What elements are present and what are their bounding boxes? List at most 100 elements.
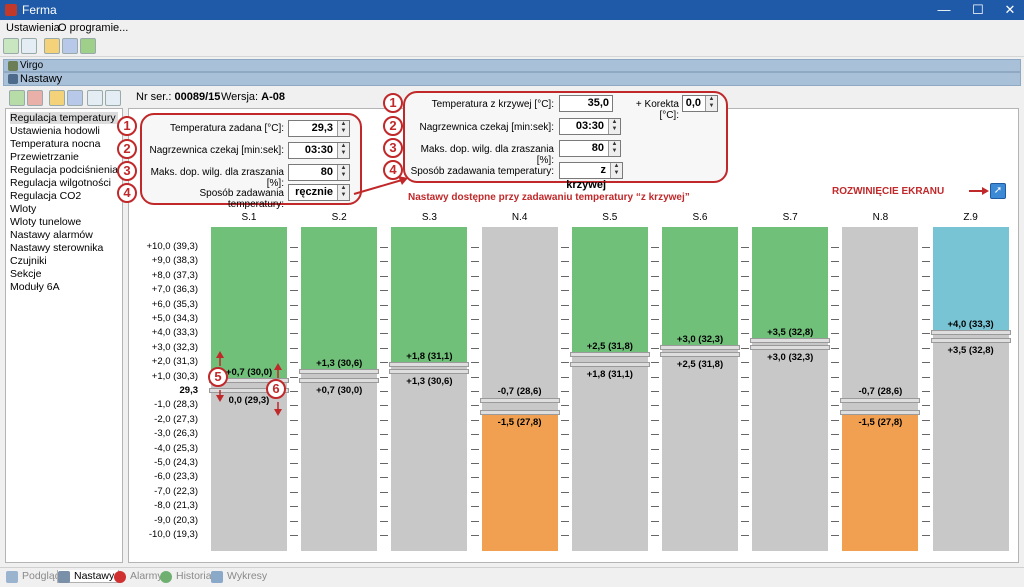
sidebar-item-controller[interactable]: Nastawy sterownika — [10, 242, 103, 254]
heat-wait-input[interactable]: 03:30 ▲ ▼ — [288, 142, 350, 159]
tab-history[interactable]: Historia — [160, 570, 212, 583]
lower-threshold-handle[interactable] — [660, 352, 740, 357]
sidebar-item-tunnel-inlets[interactable]: Wloty tunelowe — [10, 216, 81, 228]
upper-threshold-handle[interactable] — [389, 362, 470, 368]
gridline-dash — [831, 463, 840, 464]
sidebar-item-pressure[interactable]: Regulacja podciśnienia — [10, 164, 118, 176]
sidebar-item-inlets[interactable]: Wloty — [10, 203, 36, 215]
write-icon[interactable] — [27, 90, 43, 106]
lower-threshold-handle[interactable] — [930, 337, 1011, 343]
lower-threshold-handle[interactable] — [750, 344, 831, 350]
sidebar-item-temperature[interactable]: Regulacja temperatury — [10, 112, 118, 124]
upper-threshold-handle[interactable] — [840, 398, 921, 404]
mode-select[interactable]: ręcznie ▲ ▼ — [288, 184, 350, 201]
gridline-dash — [831, 448, 840, 450]
set-temp-spinner[interactable]: ▲ ▼ — [337, 121, 349, 136]
section-column[interactable]: +1,8 (31,1) +1,3 (30,6) — [389, 227, 470, 551]
gridline-dash — [651, 261, 659, 263]
max-hum-input[interactable]: 80 ▲ ▼ — [288, 164, 350, 181]
paste-icon[interactable] — [105, 90, 121, 106]
gridline-dash — [560, 362, 569, 364]
mode-spinner[interactable]: ▲ ▼ — [337, 185, 349, 200]
sidebar-item-sections[interactable]: Sekcje — [10, 268, 42, 280]
section-column[interactable]: +1,3 (30,6) +0,7 (30,0) — [299, 227, 380, 551]
sidebar-item-alarms[interactable]: Nastawy alarmów — [10, 229, 93, 241]
tab-alarms[interactable]: Alarmy — [114, 570, 163, 583]
tab-settings[interactable]: Nastawy — [57, 570, 120, 583]
active-zone — [662, 227, 738, 348]
lower-threshold-handle[interactable] — [569, 362, 650, 368]
save-file-icon[interactable] — [67, 90, 83, 106]
upper-threshold-label: +3,5 (32,8) — [767, 326, 814, 338]
upper-threshold-handle[interactable] — [750, 337, 831, 343]
lower-threshold-handle[interactable] — [840, 409, 921, 415]
open-file-icon[interactable] — [49, 90, 65, 106]
expand-screen-button[interactable]: ➚ — [990, 183, 1006, 199]
settings-group-bar[interactable]: Nastawy — [3, 72, 1021, 86]
minimize-button[interactable]: — — [928, 0, 960, 20]
curve-heat-wait-input[interactable]: 03:30 ▲ ▼ — [559, 118, 621, 135]
serial-value: 00089/15 — [174, 91, 221, 103]
lower-threshold-label: +1,8 (31,1) — [586, 369, 633, 381]
close-button[interactable]: ✕ — [994, 0, 1024, 20]
curve-max-hum-label: Maks. dop. wilg. dla zraszania [%]: — [420, 144, 554, 166]
section-column[interactable]: +2,5 (31,8) +1,8 (31,1) — [569, 227, 650, 551]
correction-spinner[interactable]: ▲ ▼ — [705, 96, 717, 111]
sidebar-item-breeding[interactable]: Ustawienia hodowli — [10, 125, 100, 137]
plug-icon[interactable] — [21, 38, 37, 54]
tab-preview[interactable]: Podgląd — [6, 570, 61, 583]
sidebar-item-co2[interactable]: Regulacja CO2 — [10, 190, 81, 202]
lower-threshold-handle[interactable] — [299, 377, 380, 383]
section-column[interactable]: +4,0 (33,3) +3,5 (32,8) — [930, 227, 1011, 551]
maximize-button[interactable]: ☐ — [962, 0, 994, 20]
upper-threshold-handle[interactable] — [930, 330, 1011, 336]
gridline-dash — [560, 319, 569, 320]
gridline-dash — [470, 405, 479, 407]
read-icon[interactable] — [9, 90, 25, 106]
set-temp-input[interactable]: 29,3 ▲ ▼ — [288, 120, 350, 137]
connect-icon[interactable] — [3, 38, 19, 54]
curve-max-hum-spinner[interactable]: ▲ ▼ — [608, 141, 620, 156]
lower-threshold-handle[interactable] — [479, 409, 560, 415]
right-arrow-icon — [969, 187, 989, 195]
virgo-group-bar[interactable]: Virgo — [3, 59, 1021, 72]
tab-charts[interactable]: Wykresy — [211, 570, 267, 583]
curve-mode-spinner[interactable]: ▲ ▼ — [610, 163, 622, 178]
gridline-dash — [560, 376, 569, 378]
sidebar-item-sensors[interactable]: Czujniki — [10, 255, 47, 267]
curve-mode-select[interactable]: z krzywej ▲ ▼ — [559, 162, 623, 191]
menu-about[interactable]: O programie... — [58, 22, 128, 34]
gridline-dash — [290, 319, 299, 320]
save-icon[interactable] — [62, 38, 78, 54]
gridline-dash — [290, 362, 299, 364]
correction-input[interactable]: 0,0 ▲ ▼ — [682, 95, 718, 112]
menu-settings[interactable]: Ustawienia — [6, 22, 60, 34]
badge-2-right: 2 — [383, 116, 403, 136]
open-folder-icon[interactable] — [44, 38, 60, 54]
upper-threshold-handle[interactable] — [660, 344, 740, 350]
section-column[interactable]: +3,5 (32,8) +3,0 (32,3) — [750, 227, 831, 551]
gridline-dash — [290, 477, 299, 479]
upper-threshold-handle[interactable] — [479, 398, 560, 404]
column-header: N.8 — [872, 212, 889, 223]
download-icon[interactable] — [80, 38, 96, 54]
heat-wait-spinner[interactable]: ▲ ▼ — [337, 143, 349, 158]
sidebar-item-humidity[interactable]: Regulacja wilgotności — [10, 177, 111, 189]
section-column[interactable]: -0,7 (28,6) -1,5 (27,8) — [479, 227, 560, 551]
max-hum-spinner[interactable]: ▲ ▼ — [337, 165, 349, 180]
upper-threshold-handle[interactable] — [569, 352, 650, 357]
upper-threshold-handle[interactable] — [299, 369, 380, 375]
section-column[interactable]: -0,7 (28,6) -1,5 (27,8) — [840, 227, 921, 551]
copy-icon[interactable] — [87, 90, 103, 106]
lower-threshold-label: +3,0 (32,3) — [767, 351, 814, 363]
section-column[interactable]: +3,0 (32,3) +2,5 (31,8) — [660, 227, 740, 551]
sidebar-item-night-temp[interactable]: Temperatura nocna — [10, 138, 100, 150]
y-tick-label: +5,0 (34,3) — [151, 313, 198, 324]
sidebar-item-modules[interactable]: Moduły 6A — [10, 281, 60, 293]
curve-max-hum-input[interactable]: 80 ▲ ▼ — [559, 140, 621, 157]
curve-heat-wait-spinner[interactable]: ▲ ▼ — [608, 119, 620, 134]
lower-threshold-handle[interactable] — [389, 369, 470, 375]
y-tick-label: -7,0 (22,3) — [154, 485, 198, 497]
sidebar-item-ventilation[interactable]: Przewietrzanie — [10, 151, 79, 163]
y-tick-label: +1,0 (30,3) — [151, 370, 198, 382]
